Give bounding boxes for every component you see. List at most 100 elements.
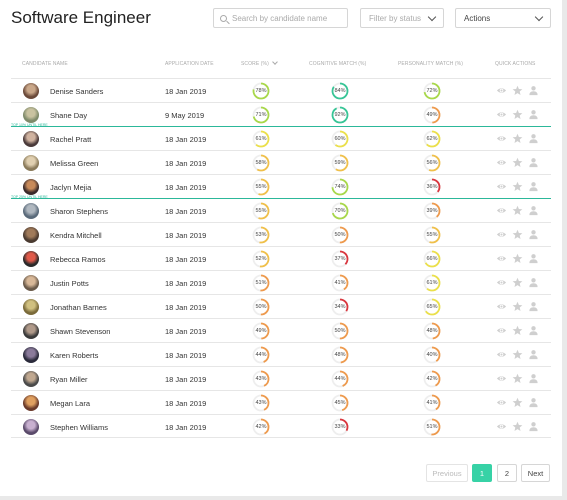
- candidate-name[interactable]: Kendra Mitchell: [50, 231, 102, 240]
- table-row[interactable]: Kendra Mitchell 18 Jan 2019 53% 50% 55%: [11, 222, 551, 246]
- table-row[interactable]: Jaclyn Mejia 18 Jan 2019 55% 74% 36%: [11, 174, 551, 198]
- eye-icon[interactable]: [496, 205, 507, 216]
- star-icon[interactable]: [512, 301, 523, 312]
- star-icon[interactable]: [512, 85, 523, 96]
- star-icon[interactable]: [512, 421, 523, 432]
- user-icon[interactable]: [528, 421, 539, 432]
- star-icon[interactable]: [512, 109, 523, 120]
- next-page-button[interactable]: Next: [521, 464, 550, 482]
- table-row[interactable]: Justin Potts 18 Jan 2019 51% 41% 61%: [11, 270, 551, 294]
- candidate-name[interactable]: Rachel Pratt: [50, 135, 91, 144]
- eye-icon[interactable]: [496, 157, 507, 168]
- candidate-name[interactable]: Shawn Stevenson: [50, 327, 110, 336]
- table-row[interactable]: Shawn Stevenson 18 Jan 2019 49% 50% 48%: [11, 318, 551, 342]
- candidate-name[interactable]: Melissa Green: [50, 159, 98, 168]
- eye-icon[interactable]: [496, 325, 507, 336]
- avatar[interactable]: [23, 131, 39, 147]
- avatar[interactable]: [23, 83, 39, 99]
- star-icon[interactable]: [512, 181, 523, 192]
- status-filter-dropdown[interactable]: Filter by status: [360, 8, 444, 28]
- column-header-score[interactable]: Score (%): [241, 59, 278, 67]
- user-icon[interactable]: [528, 373, 539, 384]
- eye-icon[interactable]: [496, 253, 507, 264]
- avatar[interactable]: [23, 179, 39, 195]
- user-icon[interactable]: [528, 301, 539, 312]
- user-icon[interactable]: [528, 205, 539, 216]
- candidate-name[interactable]: Ryan Miller: [50, 375, 88, 384]
- table-row[interactable]: Megan Lara 18 Jan 2019 43% 45% 41%: [11, 390, 551, 414]
- candidate-name[interactable]: Sharon Stephens: [50, 207, 108, 216]
- star-icon[interactable]: [512, 157, 523, 168]
- avatar[interactable]: [23, 251, 39, 267]
- eye-icon[interactable]: [496, 373, 507, 384]
- star-icon[interactable]: [512, 397, 523, 408]
- table-row[interactable]: Stephen Williams 18 Jan 2019 42% 33% 51%: [11, 414, 551, 438]
- column-header-cognitive[interactable]: Cognitive match (%): [309, 61, 366, 67]
- avatar[interactable]: [23, 227, 39, 243]
- user-icon[interactable]: [528, 229, 539, 240]
- table-row[interactable]: Denise Sanders 18 Jan 2019 78% 84% 72%: [11, 78, 551, 102]
- table-row[interactable]: Rebecca Ramos 18 Jan 2019 52% 37% 66%: [11, 246, 551, 270]
- table-row[interactable]: Karen Roberts 18 Jan 2019 44% 48% 40%: [11, 342, 551, 366]
- candidate-name[interactable]: Jonathan Barnes: [50, 303, 107, 312]
- candidate-name[interactable]: Jaclyn Mejia: [50, 183, 91, 192]
- eye-icon[interactable]: [496, 109, 507, 120]
- candidate-name[interactable]: Karen Roberts: [50, 351, 98, 360]
- page-2-button[interactable]: 2: [497, 464, 517, 482]
- star-icon[interactable]: [512, 325, 523, 336]
- search-input[interactable]: [232, 13, 347, 23]
- table-row[interactable]: Shane Day 9 May 2019 71% 92% 49%: [11, 102, 551, 126]
- eye-icon[interactable]: [496, 229, 507, 240]
- column-header-candidate[interactable]: Candidate name: [22, 61, 68, 67]
- eye-icon[interactable]: [496, 133, 507, 144]
- column-header-personality[interactable]: Personality match (%): [398, 61, 463, 67]
- user-icon[interactable]: [528, 109, 539, 120]
- user-icon[interactable]: [528, 85, 539, 96]
- candidate-name[interactable]: Denise Sanders: [50, 87, 103, 96]
- star-icon[interactable]: [512, 253, 523, 264]
- table-row[interactable]: Sharon Stephens 18 Jan 2019 55% 70% 39%: [11, 198, 551, 222]
- eye-icon[interactable]: [496, 349, 507, 360]
- star-icon[interactable]: [512, 277, 523, 288]
- eye-icon[interactable]: [496, 397, 507, 408]
- actions-dropdown[interactable]: Actions: [455, 8, 551, 28]
- table-row[interactable]: Jonathan Barnes 18 Jan 2019 50% 34% 65%: [11, 294, 551, 318]
- avatar[interactable]: [23, 419, 39, 435]
- user-icon[interactable]: [528, 349, 539, 360]
- avatar[interactable]: [23, 395, 39, 411]
- candidate-name[interactable]: Shane Day: [50, 111, 87, 120]
- star-icon[interactable]: [512, 373, 523, 384]
- star-icon[interactable]: [512, 349, 523, 360]
- page-1-button[interactable]: 1: [472, 464, 492, 482]
- eye-icon[interactable]: [496, 301, 507, 312]
- table-row[interactable]: Rachel Pratt 18 Jan 2019 61% 60% 62%: [11, 126, 551, 150]
- avatar[interactable]: [23, 275, 39, 291]
- avatar[interactable]: [23, 155, 39, 171]
- avatar[interactable]: [23, 203, 39, 219]
- eye-icon[interactable]: [496, 421, 507, 432]
- user-icon[interactable]: [528, 277, 539, 288]
- star-icon[interactable]: [512, 133, 523, 144]
- table-row[interactable]: Melissa Green 18 Jan 2019 58% 59% 56%: [11, 150, 551, 174]
- eye-icon[interactable]: [496, 181, 507, 192]
- user-icon[interactable]: [528, 325, 539, 336]
- eye-icon[interactable]: [496, 85, 507, 96]
- candidate-name[interactable]: Justin Potts: [50, 279, 89, 288]
- candidate-name[interactable]: Megan Lara: [50, 399, 90, 408]
- avatar[interactable]: [23, 347, 39, 363]
- user-icon[interactable]: [528, 397, 539, 408]
- candidate-name[interactable]: Stephen Williams: [50, 423, 108, 432]
- candidate-name[interactable]: Rebecca Ramos: [50, 255, 105, 264]
- star-icon[interactable]: [512, 229, 523, 240]
- search-box[interactable]: [213, 8, 348, 28]
- avatar[interactable]: [23, 107, 39, 123]
- table-row[interactable]: Ryan Miller 18 Jan 2019 43% 44% 42%: [11, 366, 551, 390]
- avatar[interactable]: [23, 371, 39, 387]
- previous-page-button[interactable]: Previous: [426, 464, 468, 482]
- user-icon[interactable]: [528, 181, 539, 192]
- avatar[interactable]: [23, 323, 39, 339]
- column-header-date[interactable]: Application date: [165, 61, 214, 67]
- user-icon[interactable]: [528, 253, 539, 264]
- user-icon[interactable]: [528, 133, 539, 144]
- eye-icon[interactable]: [496, 277, 507, 288]
